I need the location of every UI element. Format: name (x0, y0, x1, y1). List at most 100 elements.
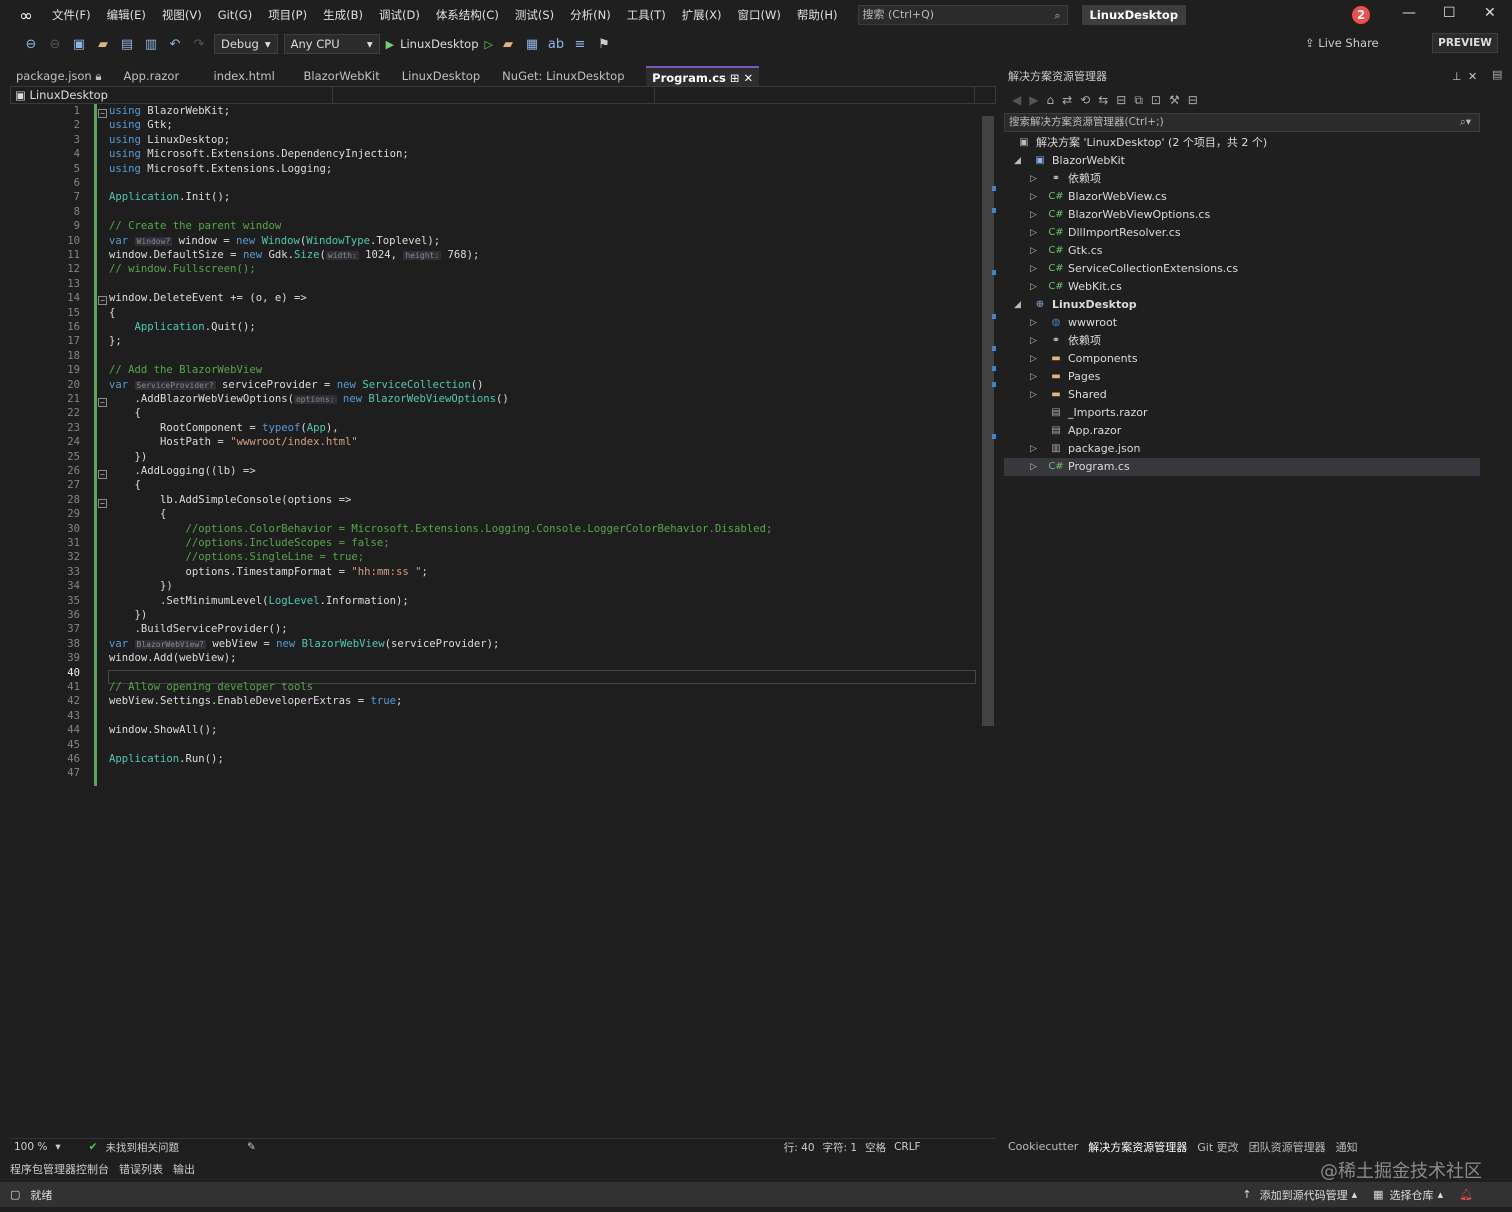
collapsed-arrow-icon[interactable]: ▷ (1030, 278, 1040, 296)
filter-icon[interactable]: ⊡ (1151, 93, 1161, 107)
configuration-dropdown[interactable]: Debug ▾ (214, 34, 278, 54)
tree-item-folder[interactable]: ▷ ▬ Pages (1004, 368, 1480, 386)
tab-notifications[interactable]: 通知 (1336, 1139, 1358, 1155)
close-tab-icon[interactable]: ✕ (744, 71, 754, 85)
back-icon[interactable]: ⊖ (22, 37, 40, 52)
line-indicator[interactable]: 行: 40 (784, 1140, 815, 1155)
tree-item-folder[interactable]: ▷ ▬ Components (1004, 350, 1480, 368)
collapsed-arrow-icon[interactable]: ▷ (1030, 332, 1040, 350)
collapsed-arrow-icon[interactable]: ▷ (1030, 260, 1040, 278)
menu-git[interactable]: Git(G) (210, 0, 261, 30)
tab-app-razor[interactable]: App.razor (118, 66, 198, 86)
forward-icon[interactable]: ▶ (1029, 93, 1038, 107)
align-icon[interactable]: ≡ (571, 37, 589, 52)
live-share-button[interactable]: ⇪ Live Share (1305, 36, 1379, 50)
collapsed-arrow-icon[interactable]: ▷ (1030, 206, 1040, 224)
tab-cookiecutter[interactable]: Cookiecutter (1008, 1140, 1078, 1153)
collapse-all-icon[interactable]: ⊟ (1116, 93, 1126, 107)
start-without-debug-icon[interactable]: ▷ (485, 38, 493, 51)
tree-item-wwwroot[interactable]: ▷ ◍ wwwroot (1004, 314, 1480, 332)
chevron-down-icon[interactable]: ▾ (55, 1141, 60, 1153)
start-debug-icon[interactable]: ▶ (386, 38, 394, 51)
menu-window[interactable]: 窗口(W) (730, 0, 789, 30)
tab-error-list[interactable]: 错误列表 (119, 1161, 163, 1177)
preview-button[interactable]: PREVIEW (1432, 33, 1498, 53)
back-icon[interactable]: ◀ (1012, 93, 1021, 107)
open-folder-icon[interactable]: ▰ (94, 37, 112, 52)
menu-test[interactable]: 测试(S) (507, 0, 562, 30)
chevron-up-icon[interactable]: ▴ (1438, 1188, 1444, 1201)
tab-linuxdesktop[interactable]: LinuxDesktop (396, 66, 486, 86)
new-item-icon[interactable]: ▣ (70, 37, 88, 52)
tree-item-file[interactable]: ▷ C# Gtk.cs (1004, 242, 1480, 260)
tab-output[interactable]: 输出 (173, 1161, 195, 1177)
tree-item-file[interactable]: ▷ ▥ package.json (1004, 440, 1480, 458)
broom-icon[interactable]: ✎ (247, 1141, 256, 1153)
switch-views-icon[interactable]: ⇄ (1062, 93, 1072, 107)
collapsed-arrow-icon[interactable]: ▷ (1030, 440, 1040, 458)
issues-status[interactable]: 未找到相关问题 (105, 1140, 179, 1155)
solution-node[interactable]: ▣ 解决方案 'LinuxDesktop' (2 个项目，共 2 个) (1004, 134, 1480, 152)
collapsed-arrow-icon[interactable]: ▷ (1030, 188, 1040, 206)
collapsed-arrow-icon[interactable]: ▷ (1030, 368, 1040, 386)
menu-project[interactable]: 项目(P) (260, 0, 315, 30)
tab-package-manager-console[interactable]: 程序包管理器控制台 (10, 1161, 109, 1177)
folder-icon[interactable]: ▰ (499, 37, 517, 52)
menu-architecture[interactable]: 体系结构(C) (428, 0, 507, 30)
collapse-icon[interactable]: − (98, 296, 107, 305)
menu-help[interactable]: 帮助(H) (789, 0, 846, 30)
collapse-icon[interactable]: − (98, 499, 107, 508)
menu-build[interactable]: 生成(B) (315, 0, 371, 30)
member-dropdown[interactable] (655, 87, 975, 103)
maximize-icon[interactable]: ☐ (1443, 5, 1456, 21)
menu-analyze[interactable]: 分析(N) (562, 0, 619, 30)
tree-item-file[interactable]: ▷ C# DllImportResolver.cs (1004, 224, 1480, 242)
notification-badge[interactable]: 2 (1352, 6, 1370, 24)
expanded-arrow-icon[interactable]: ◢ (1014, 296, 1024, 314)
collapsed-arrow-icon[interactable]: ▷ (1030, 314, 1040, 332)
notification-icon[interactable]: ▢ (10, 1188, 20, 1201)
menu-extensions[interactable]: 扩展(X) (674, 0, 730, 30)
undo-icon[interactable]: ↶ (166, 37, 184, 52)
collapse-icon[interactable]: − (98, 398, 107, 407)
show-all-files-icon[interactable]: ⧉ (1134, 93, 1143, 108)
collapsed-arrow-icon[interactable]: ▷ (1030, 242, 1040, 260)
expanded-arrow-icon[interactable]: ◢ (1014, 152, 1024, 170)
editor-scrollbar[interactable] (980, 104, 996, 1138)
menu-debug[interactable]: 调试(D) (371, 0, 428, 30)
redo-icon[interactable]: ↷ (190, 37, 208, 52)
tree-item-program-cs[interactable]: ▷ C# Program.cs (1004, 458, 1480, 476)
tree-item-dependencies[interactable]: ▷ ⚭ 依赖项 (1004, 170, 1480, 188)
tree-item-dependencies[interactable]: ▷ ⚭ 依赖项 (1004, 332, 1480, 350)
tree-item-file[interactable]: ▷ C# BlazorWebViewOptions.cs (1004, 206, 1480, 224)
properties-icon[interactable]: ▤ (1492, 68, 1502, 81)
collapse-icon[interactable]: − (98, 109, 107, 118)
menu-tools[interactable]: 工具(T) (619, 0, 674, 30)
search-input[interactable]: 搜索 (Ctrl+Q) ⌕ (857, 5, 1068, 25)
history-icon[interactable]: ⟲ (1080, 93, 1090, 107)
line-ending-indicator[interactable]: CRLF (894, 1141, 921, 1153)
save-icon[interactable]: ▤ (118, 37, 136, 52)
tab-team-explorer[interactable]: 团队资源管理器 (1249, 1139, 1326, 1155)
pin-icon[interactable]: ⊞ (730, 71, 740, 85)
tree-item-file[interactable]: ▤ _Imports.razor (1004, 404, 1480, 422)
close-icon[interactable]: ✕ (1484, 5, 1496, 21)
forward-icon[interactable]: ⊖ (46, 37, 64, 52)
close-icon[interactable]: ✕ (1468, 70, 1477, 83)
bookmark-icon[interactable]: ⚑ (595, 37, 613, 52)
type-dropdown[interactable] (333, 87, 655, 103)
zoom-level[interactable]: 100 % (14, 1141, 47, 1153)
tab-solution-explorer[interactable]: 解决方案资源管理器 (1088, 1139, 1187, 1155)
tree-item-blazorwebkit[interactable]: ◢ ▣ BlazorWebKit (1004, 152, 1480, 170)
tree-item-file[interactable]: ▷ C# ServiceCollectionExtensions.cs (1004, 260, 1480, 278)
properties-icon[interactable]: ⚒ (1169, 93, 1180, 107)
collapsed-arrow-icon[interactable]: ▷ (1030, 458, 1040, 476)
tab-blazorwebkit[interactable]: BlazorWebKit (298, 66, 386, 86)
menu-view[interactable]: 视图(V) (154, 0, 210, 30)
platform-dropdown[interactable]: Any CPU ▾ (283, 34, 380, 54)
project-dropdown[interactable]: ▣ LinuxDesktop (11, 87, 333, 103)
layout-icon[interactable]: ▦ (523, 37, 541, 52)
tab-program-cs[interactable]: Program.cs ⊞ ✕ (646, 66, 760, 86)
run-target-button[interactable]: LinuxDesktop (400, 37, 478, 51)
solution-search-input[interactable]: 搜索解决方案资源管理器(Ctrl+;) ⌕▾ (1004, 113, 1480, 132)
